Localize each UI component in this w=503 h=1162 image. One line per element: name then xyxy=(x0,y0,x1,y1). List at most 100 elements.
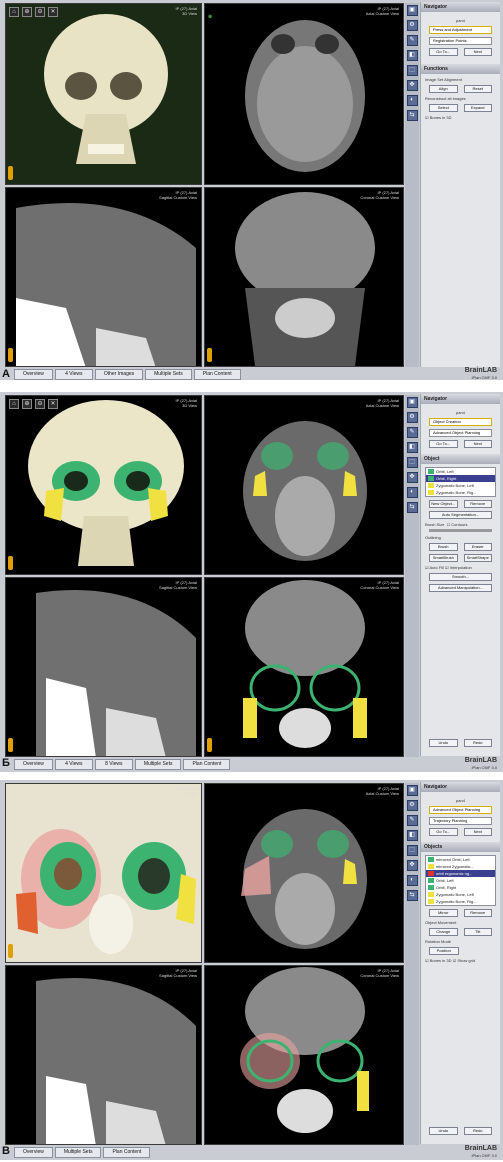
tool-icon[interactable]: ✎ xyxy=(406,427,418,438)
zoom-out-icon[interactable]: ⊖ xyxy=(35,399,45,409)
workflow-step-next[interactable]: Trajectory Planning xyxy=(429,817,492,825)
list-item[interactable]: mirrored Orbit, Left xyxy=(426,856,495,863)
tab-4-views[interactable]: 4 Views xyxy=(54,369,93,380)
auto-segmentation-button[interactable]: Auto Segmentation... xyxy=(429,511,492,519)
tool-icon[interactable]: ⬚ xyxy=(406,845,418,856)
workflow-step-current[interactable]: Press and Adjustment xyxy=(429,26,492,34)
tool-icon[interactable]: ⚙ xyxy=(406,800,418,811)
tool-icon[interactable]: ✥ xyxy=(406,472,418,483)
tool-icon[interactable]: ✎ xyxy=(406,35,418,46)
tab-multiple-sets[interactable]: Multiple Sets xyxy=(134,759,182,770)
view-axial[interactable]: IP (27) Axial Axial Custom View ⊕ xyxy=(204,3,404,185)
eraser-button[interactable]: Eraser xyxy=(463,543,492,551)
tilt-button[interactable]: Tilt xyxy=(463,928,492,936)
new-object-button[interactable]: New Object... xyxy=(429,500,458,508)
tab-plan-content[interactable]: Plan Content xyxy=(183,759,231,770)
bones-3d-checkbox[interactable]: ☑ Bones in 3D ☑ Show grid xyxy=(425,958,496,963)
view-sagittal[interactable]: IP (27) Axial Sagittal Custom View xyxy=(5,187,202,367)
list-item[interactable]: Orbit, Right xyxy=(426,475,495,482)
tab-8-views[interactable]: 8 Views xyxy=(94,759,133,770)
tool-icon[interactable]: ◐ xyxy=(406,875,418,886)
view-3d[interactable]: mirror Axial 3D View xyxy=(5,783,202,963)
smooth-button[interactable]: Smooth... xyxy=(429,573,492,581)
home-icon[interactable]: ⌂ xyxy=(9,7,19,17)
tool-icon[interactable]: ◐ xyxy=(406,95,418,106)
view-coronal[interactable]: IP (27) Axial Coronal Custom View xyxy=(204,577,404,757)
view-3d[interactable]: ⌂ ⊕ ⊖ ✕ IP (27) Axial 3D View xyxy=(5,3,202,185)
workflow-step-current[interactable]: Advanced Object Planning xyxy=(429,806,492,814)
tab-4-views[interactable]: 4 Views xyxy=(54,759,93,770)
brush-button[interactable]: Brush xyxy=(429,543,458,551)
go-to-button[interactable]: Go To... xyxy=(429,440,458,448)
list-item[interactable]: Orbit, Left xyxy=(426,877,495,884)
tool-icon[interactable]: ⚙ xyxy=(406,20,418,31)
tool-icon[interactable]: ◧ xyxy=(406,442,418,453)
tool-icon[interactable]: ⇆ xyxy=(406,110,418,121)
brush-size-slider[interactable] xyxy=(429,529,492,532)
select-button[interactable]: Select xyxy=(429,104,458,112)
expand-button[interactable]: Expand xyxy=(463,104,492,112)
list-item[interactable]: orbit ergonomic ng... xyxy=(426,870,495,877)
tab-multiple-sets[interactable]: Multiple Sets xyxy=(54,1147,102,1158)
tool-icon[interactable]: ▣ xyxy=(406,785,418,796)
undo-button[interactable]: Undo xyxy=(429,1127,458,1135)
tool-icon[interactable]: ⇆ xyxy=(406,890,418,901)
workflow-step-next[interactable]: Registration Points xyxy=(429,37,492,45)
redo-button[interactable]: Redo xyxy=(463,1127,492,1135)
list-item[interactable]: Zygomatic Bone, Rig... xyxy=(426,898,495,905)
mirror-button[interactable]: Mirror xyxy=(429,909,458,917)
tool-icon[interactable]: ◧ xyxy=(406,50,418,61)
tool-icon[interactable]: ✥ xyxy=(406,80,418,91)
home-icon[interactable]: ⌂ xyxy=(9,399,19,409)
remove-button[interactable]: Remove xyxy=(463,909,492,917)
go-to-button[interactable]: Go To... xyxy=(429,48,458,56)
next-button[interactable]: Next xyxy=(463,440,492,448)
align-button[interactable]: Align xyxy=(429,85,458,93)
tool-icon[interactable]: ▣ xyxy=(406,397,418,408)
settings-icon[interactable]: ✕ xyxy=(48,399,58,409)
list-item[interactable]: Zygomatic Bone, Left xyxy=(426,891,495,898)
advanced-manipulation-button[interactable]: Advanced Manipulation... xyxy=(429,584,492,592)
view-axial[interactable]: IP (27) Axial Axial Custom View xyxy=(204,395,404,575)
workflow-step-next[interactable]: Advanced Object Planning xyxy=(429,429,492,437)
next-button[interactable]: Next xyxy=(463,48,492,56)
next-button[interactable]: Next xyxy=(463,828,492,836)
tool-icon[interactable]: ◧ xyxy=(406,830,418,841)
list-item[interactable]: mirrored Zygomatic... xyxy=(426,863,495,870)
redo-button[interactable]: Redo xyxy=(463,739,492,747)
view-axial[interactable]: IP (27) Axial Axial Custom View xyxy=(204,783,404,963)
view-sagittal[interactable]: IP (27) Axial Sagittal Custom View xyxy=(5,577,202,757)
workflow-step-current[interactable]: Object Creation xyxy=(429,418,492,426)
smartbrush-button[interactable]: SmartBrush xyxy=(429,554,458,562)
tab-overview[interactable]: Overview xyxy=(14,369,53,380)
position-select[interactable]: Position xyxy=(429,947,459,955)
tool-icon[interactable]: ✥ xyxy=(406,860,418,871)
remove-button[interactable]: Remove xyxy=(463,500,492,508)
tool-icon[interactable]: ✎ xyxy=(406,815,418,826)
go-to-button[interactable]: Go To... xyxy=(429,828,458,836)
list-item[interactable]: Orbit, Right xyxy=(426,884,495,891)
view-sagittal[interactable]: IP (27) Axial Sagittal Custom View xyxy=(5,965,202,1145)
reset-button[interactable]: Reset xyxy=(463,85,492,93)
list-item[interactable]: Zygomatic Bone, Rig... xyxy=(426,489,495,496)
view-3d[interactable]: ⌂ ⊕ ⊖ ✕ IP (27) Axial 3D View xyxy=(5,395,202,575)
smartshape-button[interactable]: SmartShape xyxy=(463,554,492,562)
tool-icon[interactable]: ⚙ xyxy=(406,412,418,423)
tool-icon[interactable]: ▣ xyxy=(406,5,418,16)
tool-icon[interactable]: ◐ xyxy=(406,487,418,498)
tab-plan-content[interactable]: Plan Content xyxy=(103,1147,151,1158)
zoom-icon[interactable]: ⊕ xyxy=(22,399,32,409)
settings-icon[interactable]: ✕ xyxy=(48,7,58,17)
tab-multiple-sets[interactable]: Multiple Sets xyxy=(145,369,192,380)
auto-fill-checkbox[interactable]: ☑ Auto Fill ☑ Interpolation xyxy=(425,565,496,570)
tab-plan-content[interactable]: Plan Content xyxy=(193,369,241,380)
zoom-icon[interactable]: ⊕ xyxy=(22,7,32,17)
change-button[interactable]: Change xyxy=(429,928,458,936)
bones-3d-checkbox[interactable]: ☑ Bones in 3D xyxy=(425,115,496,120)
view-coronal[interactable]: IP (27) Axial Coronal Custom View xyxy=(204,965,404,1145)
tool-icon[interactable]: ⇆ xyxy=(406,502,418,513)
view-coronal[interactable]: IP (27) Axial Coronal Custom View xyxy=(204,187,404,367)
zoom-out-icon[interactable]: ⊖ xyxy=(35,7,45,17)
tool-icon[interactable]: ⬚ xyxy=(406,65,418,76)
list-item[interactable]: Orbit, Left xyxy=(426,468,495,475)
